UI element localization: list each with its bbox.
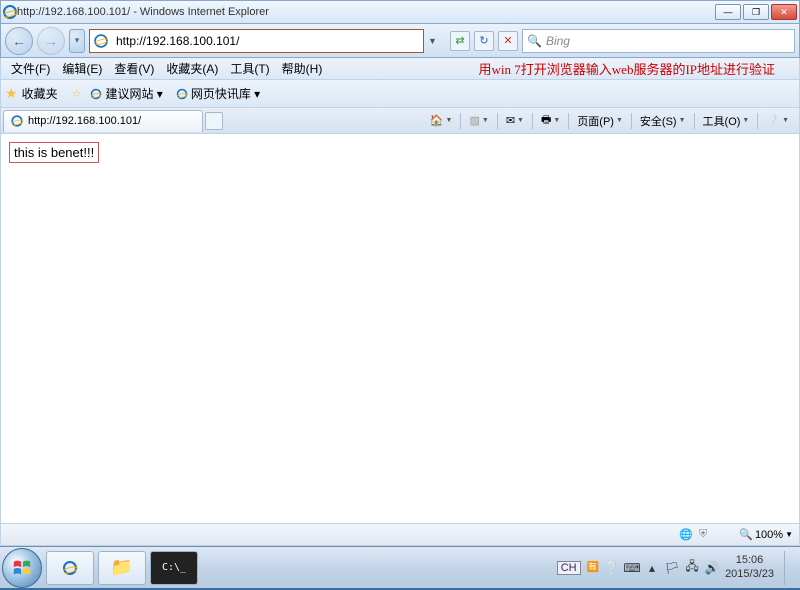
clock[interactable]: 15:06 2015/3/23: [725, 554, 774, 580]
ie-icon: [63, 561, 77, 575]
help-tray-icon[interactable]: ❔: [605, 561, 619, 575]
stop-button[interactable]: ✕: [498, 31, 518, 51]
clock-time: 15:06: [725, 554, 774, 567]
taskbar-ie[interactable]: [46, 551, 94, 585]
ie-icon: [91, 88, 102, 99]
ie-icon: [177, 88, 188, 99]
home-button[interactable]: 🏠▼: [426, 111, 457, 131]
mail-icon: ✉: [506, 114, 515, 127]
separator: [631, 113, 632, 129]
suggested-sites-link[interactable]: 建议网站 ▾: [85, 83, 166, 104]
favorites-bar: ★ 收藏夹 ☆ 建议网站 ▾ 网页快讯库 ▾: [0, 80, 800, 108]
network-icon[interactable]: 🖧: [685, 561, 699, 575]
separator: [694, 113, 695, 129]
tab-icon: [11, 115, 22, 126]
separator: [460, 113, 461, 129]
star-icon[interactable]: ★: [5, 85, 18, 102]
close-button[interactable]: ✕: [771, 4, 797, 20]
page-content: this is benet!!!: [0, 134, 800, 524]
tools-menu-label: 工具(O): [703, 113, 741, 129]
menu-help[interactable]: 帮助(H): [276, 58, 329, 79]
site-icon: [94, 34, 108, 48]
menu-edit[interactable]: 编辑(E): [56, 58, 108, 79]
clock-date: 2015/3/23: [725, 568, 774, 581]
back-button[interactable]: ←: [5, 27, 33, 55]
favstar-icon[interactable]: ☆: [72, 87, 82, 100]
separator: [497, 113, 498, 129]
ime-indicator[interactable]: CH: [557, 561, 581, 575]
taskbar-explorer[interactable]: 📁: [98, 551, 146, 585]
zoom-value: 100%: [755, 529, 783, 541]
window-titlebar: http://192.168.100.101/ - Windows Intern…: [0, 0, 800, 24]
help-icon: ❔: [766, 114, 780, 127]
page-menu[interactable]: 页面(P)▼: [573, 111, 627, 131]
ie-icon: [3, 5, 17, 19]
address-dropdown-icon[interactable]: ▼: [428, 36, 434, 46]
feeds-button[interactable]: ▧▼: [465, 111, 492, 131]
web-express-label: 网页快讯库 ▾: [191, 85, 260, 102]
tab-title: http://192.168.100.101/: [28, 115, 141, 127]
start-button[interactable]: [2, 548, 42, 588]
show-desktop-button[interactable]: [784, 551, 792, 585]
window-buttons: — ❐ ✕: [715, 4, 797, 20]
chevron-down-icon: ▼: [785, 530, 793, 539]
menu-file[interactable]: 文件(F): [5, 58, 56, 79]
search-placeholder: Bing: [546, 34, 570, 48]
annotation-text: 用win 7打开浏览器输入web服务器的IP地址进行验证: [479, 59, 795, 78]
navigation-bar: ← → ▾ ▼ ⇄ ↻ ✕ 🔍 Bing: [0, 24, 800, 58]
tab-active[interactable]: http://192.168.100.101/: [3, 110, 203, 132]
home-icon: 🏠: [430, 114, 444, 127]
maximize-button[interactable]: ❐: [743, 4, 769, 20]
internet-zone-icon[interactable]: 🌐: [679, 528, 693, 541]
refresh-button[interactable]: ↻: [474, 31, 494, 51]
windows-logo-icon: [11, 557, 33, 579]
separator: [568, 113, 569, 129]
action-center-icon[interactable]: 🏳: [665, 561, 679, 575]
safety-menu-label: 安全(S): [640, 113, 677, 129]
folder-icon: 📁: [111, 557, 133, 578]
command-bar: 🏠▼ ▧▼ ✉▼ 🖶▼ 页面(P)▼ 安全(S)▼ 工具(O)▼ ❔▼: [426, 111, 799, 131]
web-express-link[interactable]: 网页快讯库 ▾: [171, 83, 264, 104]
compat-view-button[interactable]: ⇄: [450, 31, 470, 51]
menu-view[interactable]: 查看(V): [108, 58, 160, 79]
volume-icon[interactable]: 🔊: [705, 561, 719, 575]
window-title: http://192.168.100.101/ - Windows Intern…: [17, 6, 715, 18]
tray-expand-icon[interactable]: ▴: [645, 561, 659, 575]
menu-favorites[interactable]: 收藏夹(A): [160, 58, 224, 79]
rss-icon: ▧: [469, 114, 479, 127]
suggested-sites-label: 建议网站 ▾: [105, 85, 162, 102]
forward-button[interactable]: →: [37, 27, 65, 55]
safety-menu[interactable]: 安全(S)▼: [636, 111, 690, 131]
search-box[interactable]: 🔍 Bing: [522, 29, 795, 53]
new-tab-button[interactable]: [205, 112, 223, 130]
tools-menu[interactable]: 工具(O)▼: [699, 111, 754, 131]
minimize-button[interactable]: —: [715, 4, 741, 20]
status-bar: 🌐 ⛨ 🔍 100% ▼: [0, 524, 800, 546]
print-icon: 🖶: [541, 111, 551, 130]
print-button[interactable]: 🖶▼: [537, 111, 564, 131]
keyboard-icon[interactable]: ⌨: [625, 561, 639, 575]
zoom-icon: 🔍: [739, 528, 753, 541]
page-menu-label: 页面(P): [577, 113, 614, 129]
recent-dropdown[interactable]: ▾: [69, 29, 85, 53]
separator: [532, 113, 533, 129]
search-icon: 🔍: [527, 34, 542, 48]
page-body-text: this is benet!!!: [9, 142, 99, 163]
protected-mode-icon[interactable]: ⛨: [699, 528, 707, 541]
menu-bar: 文件(F) 编辑(E) 查看(V) 收藏夹(A) 工具(T) 帮助(H) 用wi…: [0, 58, 800, 80]
taskbar: 📁 C:\_ CH 🈶 ❔ ⌨ ▴ 🏳 🖧 🔊 15:06 2015/3/23: [0, 546, 800, 588]
address-bar[interactable]: [89, 29, 424, 53]
separator: [757, 113, 758, 129]
ime-mode-icon[interactable]: 🈶: [587, 562, 599, 573]
taskbar-cmd[interactable]: C:\_: [150, 551, 198, 585]
mail-button[interactable]: ✉▼: [502, 111, 528, 131]
help-button[interactable]: ❔▼: [762, 111, 793, 131]
url-input[interactable]: [112, 34, 423, 48]
menu-tools[interactable]: 工具(T): [224, 58, 275, 79]
favorites-label[interactable]: 收藏夹: [22, 85, 58, 102]
zoom-control[interactable]: 🔍 100% ▼: [739, 528, 793, 541]
system-tray: CH 🈶 ❔ ⌨ ▴ 🏳 🖧 🔊 15:06 2015/3/23: [557, 551, 798, 585]
tab-bar: http://192.168.100.101/ 🏠▼ ▧▼ ✉▼ 🖶▼ 页面(P…: [0, 108, 800, 134]
